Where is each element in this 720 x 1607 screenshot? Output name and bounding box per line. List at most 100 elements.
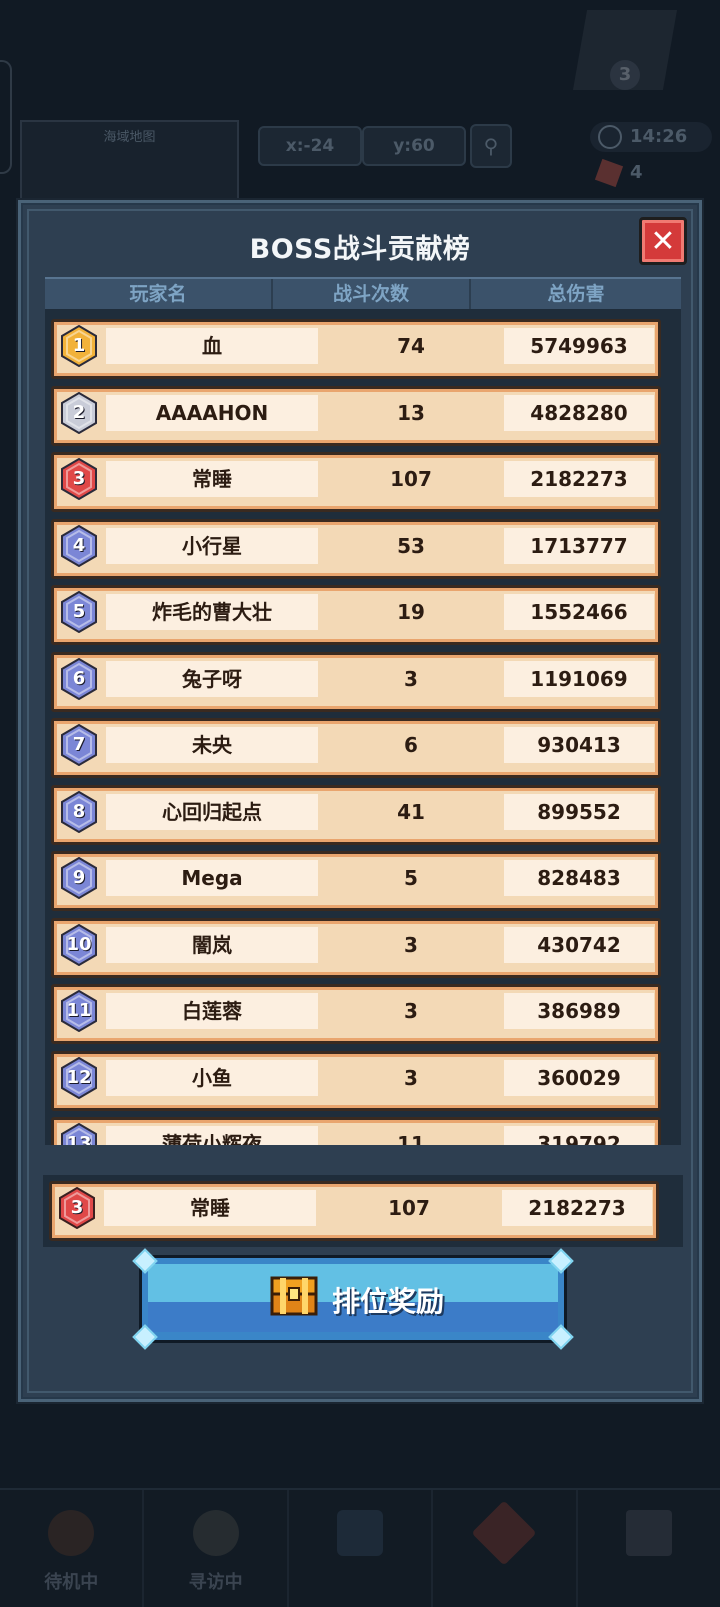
battle-count: 41	[397, 799, 425, 824]
total-damage: 360029	[504, 1059, 654, 1096]
player-name: AAAAHON	[106, 394, 318, 431]
side-panel-tab	[0, 60, 12, 174]
battle-count: 107	[388, 1196, 430, 1220]
rank-number: 3	[70, 1197, 84, 1218]
ranking-list[interactable]: 1 血 74 5749963 2 AAAAHON 13 4828280 3 常睡 107 218227…	[45, 309, 681, 1145]
rank-badge: 1	[60, 325, 98, 367]
total-damage: 930413	[504, 727, 654, 763]
rank-number: 7	[72, 734, 86, 755]
player-name: 心回归起点	[106, 793, 318, 830]
total-damage: 1552466	[504, 594, 654, 630]
player-name: 小鱼	[106, 1059, 318, 1096]
rank-number: 12	[66, 1066, 92, 1088]
rank-number: 3	[72, 468, 86, 489]
total-damage: 2182273	[504, 461, 654, 497]
total-damage: 899552	[504, 793, 654, 830]
modal-title: BOSS战斗贡献榜	[249, 234, 471, 265]
player-name: 兔子呀	[106, 660, 318, 697]
table-row[interactable]: 13 薄荷小辉夜 11 319792	[51, 1117, 661, 1145]
rank-badge: 5	[60, 591, 98, 633]
total-damage: 1713777	[504, 527, 654, 564]
rank-number: 1	[72, 335, 86, 356]
player-name: 血	[106, 328, 318, 364]
player-name: Mega	[106, 860, 318, 896]
table-row[interactable]: 7 未央 6 930413	[51, 718, 661, 778]
rank-number: 11	[66, 1000, 92, 1021]
nav-item-return	[289, 1490, 434, 1607]
battle-count: 3	[404, 666, 418, 691]
rank-badge: 12	[60, 1056, 98, 1099]
table-row[interactable]: 6 兔子呀 3 1191069	[51, 651, 661, 712]
battle-count: 53	[397, 533, 425, 558]
battle-count: 74	[397, 334, 425, 358]
nav-label: 寻访中	[188, 1572, 243, 1593]
balloon-icon	[48, 1510, 95, 1556]
player-name: 闇岚	[106, 926, 318, 963]
clock-icon	[598, 125, 622, 149]
battle-count: 6	[404, 733, 418, 757]
nav-item-castle	[578, 1490, 720, 1607]
rank-badge: 3	[58, 1187, 96, 1229]
player-name: 未央	[106, 727, 318, 763]
table-row[interactable]: 9 Mega 5 828483	[51, 851, 661, 911]
clock-display: 14:26	[590, 122, 712, 152]
battle-count: 11	[397, 1132, 425, 1145]
battle-count: 19	[397, 600, 425, 624]
column-header-name: 玩家名	[129, 283, 187, 305]
rank-number: 9	[72, 867, 86, 888]
rank-number: 13	[66, 1133, 92, 1145]
reward-button-label: 排位奖励	[332, 1285, 445, 1318]
rank-number: 6	[72, 667, 86, 689]
table-row[interactable]: 5 炸毛的曹大壮 19 1552466	[51, 585, 661, 645]
rank-badge: 10	[60, 923, 98, 966]
table-row[interactable]: 2 AAAAHON 13 4828280	[51, 385, 661, 446]
total-damage: 319792	[504, 1126, 654, 1145]
table-row[interactable]: 10 闇岚 3 430742	[51, 917, 661, 978]
ranking-reward-button[interactable]: 排位奖励	[132, 1248, 574, 1350]
bottom-nav: 待机中 寻访中	[0, 1488, 720, 1607]
card-icon	[471, 1500, 537, 1566]
rank-number: 8	[72, 800, 86, 822]
clock-time: 14:26	[630, 126, 688, 147]
battle-count: 3	[404, 999, 418, 1023]
self-rank-row: 3 常睡 107 2182273	[49, 1181, 659, 1241]
rank-number: 10	[66, 933, 92, 955]
player-name: 炸毛的曹大壮	[106, 594, 318, 630]
return-arrow-icon	[337, 1510, 384, 1556]
player-name: 常睡	[104, 1190, 316, 1226]
nav-item-card	[433, 1490, 578, 1607]
total-damage: 1191069	[504, 660, 654, 697]
rank-badge: 11	[60, 990, 98, 1032]
rank-badge: 6	[60, 657, 98, 700]
table-row[interactable]: 12 小鱼 3 360029	[51, 1050, 661, 1111]
player-name: 小行星	[106, 527, 318, 564]
coord-y-field: y:60	[362, 126, 466, 166]
rank-badge: 3	[60, 458, 98, 500]
close-icon: ✕	[650, 224, 676, 259]
table-row[interactable]: 1 血 74 5749963	[51, 319, 661, 379]
total-damage: 386989	[504, 993, 654, 1029]
battle-count: 107	[390, 467, 432, 491]
table-row[interactable]: 8 心回归起点 41 899552	[51, 784, 661, 845]
rank-badge: 9	[60, 857, 98, 899]
item-icon	[594, 158, 624, 188]
close-button[interactable]: ✕	[639, 217, 687, 265]
nav-label: 待机中	[44, 1572, 99, 1593]
table-header: 玩家名 战斗次数 总伤害	[45, 277, 681, 309]
battle-count: 5	[404, 866, 418, 890]
table-row[interactable]: 4 小行星 53 1713777	[51, 518, 661, 579]
total-damage: 4828280	[504, 394, 654, 431]
rank-badge: 4	[60, 524, 98, 567]
treasure-chest-icon	[270, 1276, 318, 1316]
player-name: 常睡	[106, 461, 318, 497]
self-rank-frame: 3 常睡 107 2182273	[43, 1175, 683, 1247]
table-row[interactable]: 11 白莲蓉 3 386989	[51, 984, 661, 1044]
battle-count: 3	[404, 1065, 418, 1090]
boss-ranking-modal: BOSS战斗贡献榜 ✕ 玩家名 战斗次数 总伤害 1 血 74 5749963 2 AAA…	[18, 200, 702, 1402]
table-row[interactable]: 3 常睡 107 2182273	[51, 452, 661, 512]
minimap: 海域地图	[20, 120, 239, 204]
item-count: 4	[630, 162, 643, 183]
rank-number: 2	[72, 401, 86, 423]
rank-badge: 13	[60, 1123, 98, 1145]
castle-icon	[625, 1510, 672, 1556]
